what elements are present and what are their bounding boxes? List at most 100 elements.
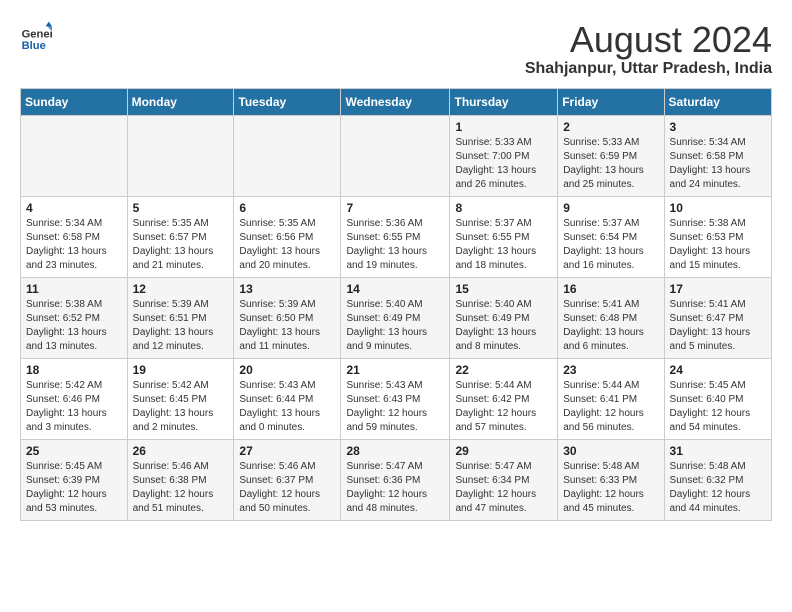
day-number: 11	[26, 282, 122, 296]
calendar-cell: 17 Sunrise: 5:41 AM Sunset: 6:47 PM Dayli…	[664, 277, 771, 358]
main-title: August 2024	[525, 20, 772, 60]
calendar-cell: 18Sunrise: 5:42 AM Sunset: 6:46 PM Dayli…	[21, 358, 128, 439]
day-info: Sunrise: 5:44 AM Sunset: 6:41 PM Dayligh…	[563, 379, 658, 435]
header-row: SundayMondayTuesdayWednesdayThursdayFrid…	[21, 88, 772, 115]
day-number: 3	[670, 120, 766, 134]
subtitle: Shahjanpur, Uttar Pradesh, India	[525, 60, 772, 78]
day-info: Sunrise: 5:37 AM Sunset: 6:55 PM Dayligh…	[455, 217, 552, 273]
day-info: Sunrise: 5:39 AM Sunset: 6:51 PM Dayligh…	[133, 298, 229, 354]
day-info: Sunrise: 5:47 AM Sunset: 6:34 PM Dayligh…	[455, 460, 552, 516]
calendar-cell: 23 Sunrise: 5:44 AM Sunset: 6:41 PM Dayli…	[558, 358, 664, 439]
week-row-2: 4 Sunrise: 5:34 AM Sunset: 6:58 PM Daylig…	[21, 196, 772, 277]
day-info: Sunrise: 5:47 AM Sunset: 6:36 PM Dayligh…	[346, 460, 444, 516]
logo: General Blue	[20, 20, 52, 52]
calendar-cell	[127, 115, 234, 196]
calendar-cell: 9 Sunrise: 5:37 AM Sunset: 6:54 PM Daylig…	[558, 196, 664, 277]
header-cell-tuesday: Tuesday	[234, 88, 341, 115]
day-info: Sunrise: 5:38 AM Sunset: 6:52 PM Dayligh…	[26, 298, 122, 354]
logo-icon: General Blue	[20, 20, 52, 52]
calendar-cell: 14 Sunrise: 5:40 AM Sunset: 6:49 PM Dayli…	[341, 277, 450, 358]
calendar-cell: 27 Sunrise: 5:46 AM Sunset: 6:37 PM Dayli…	[234, 439, 341, 520]
calendar-cell: 29Sunrise: 5:47 AM Sunset: 6:34 PM Dayli…	[450, 439, 558, 520]
day-number: 22	[455, 363, 552, 377]
calendar-cell: 10 Sunrise: 5:38 AM Sunset: 6:53 PM Dayli…	[664, 196, 771, 277]
calendar-table: SundayMondayTuesdayWednesdayThursdayFrid…	[20, 88, 772, 521]
calendar-cell	[341, 115, 450, 196]
calendar-cell: 8 Sunrise: 5:37 AM Sunset: 6:55 PM Daylig…	[450, 196, 558, 277]
day-info: Sunrise: 5:35 AM Sunset: 6:57 PM Dayligh…	[133, 217, 229, 273]
day-number: 17	[670, 282, 766, 296]
calendar-cell: 4 Sunrise: 5:34 AM Sunset: 6:58 PM Daylig…	[21, 196, 128, 277]
day-info: Sunrise: 5:46 AM Sunset: 6:38 PM Dayligh…	[133, 460, 229, 516]
day-number: 14	[346, 282, 444, 296]
day-info: Sunrise: 5:41 AM Sunset: 6:48 PM Dayligh…	[563, 298, 658, 354]
calendar-cell: 22 Sunrise: 5:44 AM Sunset: 6:42 PM Dayli…	[450, 358, 558, 439]
calendar-cell: 28 Sunrise: 5:47 AM Sunset: 6:36 PM Dayli…	[341, 439, 450, 520]
calendar-cell: 2 Sunrise: 5:33 AM Sunset: 6:59 PM Daylig…	[558, 115, 664, 196]
day-number: 20	[239, 363, 335, 377]
calendar-cell: 19Sunrise: 5:42 AM Sunset: 6:45 PM Dayli…	[127, 358, 234, 439]
header-cell-friday: Friday	[558, 88, 664, 115]
week-row-3: 11 Sunrise: 5:38 AM Sunset: 6:52 PM Dayli…	[21, 277, 772, 358]
calendar-cell: 31Sunrise: 5:48 AM Sunset: 6:32 PM Dayli…	[664, 439, 771, 520]
day-number: 1	[455, 120, 552, 134]
day-info: Sunrise: 5:34 AM Sunset: 6:58 PM Dayligh…	[670, 136, 766, 192]
calendar-cell: 21Sunrise: 5:43 AM Sunset: 6:43 PM Dayli…	[341, 358, 450, 439]
calendar-cell: 5 Sunrise: 5:35 AM Sunset: 6:57 PM Daylig…	[127, 196, 234, 277]
day-number: 2	[563, 120, 658, 134]
header-cell-saturday: Saturday	[664, 88, 771, 115]
calendar-cell: 13Sunrise: 5:39 AM Sunset: 6:50 PM Dayli…	[234, 277, 341, 358]
calendar-cell: 6 Sunrise: 5:35 AM Sunset: 6:56 PM Daylig…	[234, 196, 341, 277]
calendar-cell: 7Sunrise: 5:36 AM Sunset: 6:55 PM Daylig…	[341, 196, 450, 277]
svg-text:Blue: Blue	[22, 40, 46, 52]
calendar-cell: 15 Sunrise: 5:40 AM Sunset: 6:49 PM Dayli…	[450, 277, 558, 358]
day-number: 21	[346, 363, 444, 377]
day-number: 19	[133, 363, 229, 377]
day-info: Sunrise: 5:34 AM Sunset: 6:58 PM Dayligh…	[26, 217, 122, 273]
calendar-cell: 24Sunrise: 5:45 AM Sunset: 6:40 PM Dayli…	[664, 358, 771, 439]
calendar-cell: 30 Sunrise: 5:48 AM Sunset: 6:33 PM Dayli…	[558, 439, 664, 520]
day-number: 9	[563, 201, 658, 215]
day-info: Sunrise: 5:36 AM Sunset: 6:55 PM Dayligh…	[346, 217, 444, 273]
day-number: 28	[346, 444, 444, 458]
day-number: 23	[563, 363, 658, 377]
day-info: Sunrise: 5:33 AM Sunset: 7:00 PM Dayligh…	[455, 136, 552, 192]
day-info: Sunrise: 5:48 AM Sunset: 6:33 PM Dayligh…	[563, 460, 658, 516]
day-info: Sunrise: 5:33 AM Sunset: 6:59 PM Dayligh…	[563, 136, 658, 192]
day-info: Sunrise: 5:35 AM Sunset: 6:56 PM Dayligh…	[239, 217, 335, 273]
calendar-header: SundayMondayTuesdayWednesdayThursdayFrid…	[21, 88, 772, 115]
day-number: 6	[239, 201, 335, 215]
calendar-cell: 26Sunrise: 5:46 AM Sunset: 6:38 PM Dayli…	[127, 439, 234, 520]
day-info: Sunrise: 5:44 AM Sunset: 6:42 PM Dayligh…	[455, 379, 552, 435]
header-cell-monday: Monday	[127, 88, 234, 115]
day-number: 4	[26, 201, 122, 215]
page-header: General Blue August 2024 Shahjanpur, Utt…	[20, 20, 772, 78]
calendar-cell: 3 Sunrise: 5:34 AM Sunset: 6:58 PM Daylig…	[664, 115, 771, 196]
day-info: Sunrise: 5:40 AM Sunset: 6:49 PM Dayligh…	[346, 298, 444, 354]
day-info: Sunrise: 5:39 AM Sunset: 6:50 PM Dayligh…	[239, 298, 335, 354]
day-info: Sunrise: 5:40 AM Sunset: 6:49 PM Dayligh…	[455, 298, 552, 354]
calendar-cell: 16 Sunrise: 5:41 AM Sunset: 6:48 PM Dayli…	[558, 277, 664, 358]
calendar-cell: 25Sunrise: 5:45 AM Sunset: 6:39 PM Dayli…	[21, 439, 128, 520]
calendar-cell: 12 Sunrise: 5:39 AM Sunset: 6:51 PM Dayli…	[127, 277, 234, 358]
calendar-cell: 1 Sunrise: 5:33 AM Sunset: 7:00 PM Daylig…	[450, 115, 558, 196]
header-cell-wednesday: Wednesday	[341, 88, 450, 115]
day-info: Sunrise: 5:37 AM Sunset: 6:54 PM Dayligh…	[563, 217, 658, 273]
day-number: 30	[563, 444, 658, 458]
header-cell-thursday: Thursday	[450, 88, 558, 115]
week-row-5: 25Sunrise: 5:45 AM Sunset: 6:39 PM Dayli…	[21, 439, 772, 520]
day-info: Sunrise: 5:41 AM Sunset: 6:47 PM Dayligh…	[670, 298, 766, 354]
day-number: 10	[670, 201, 766, 215]
day-number: 27	[239, 444, 335, 458]
day-info: Sunrise: 5:46 AM Sunset: 6:37 PM Dayligh…	[239, 460, 335, 516]
day-info: Sunrise: 5:42 AM Sunset: 6:46 PM Dayligh…	[26, 379, 122, 435]
day-info: Sunrise: 5:45 AM Sunset: 6:39 PM Dayligh…	[26, 460, 122, 516]
day-number: 24	[670, 363, 766, 377]
day-info: Sunrise: 5:38 AM Sunset: 6:53 PM Dayligh…	[670, 217, 766, 273]
day-number: 12	[133, 282, 229, 296]
day-number: 15	[455, 282, 552, 296]
week-row-4: 18Sunrise: 5:42 AM Sunset: 6:46 PM Dayli…	[21, 358, 772, 439]
day-number: 5	[133, 201, 229, 215]
day-number: 8	[455, 201, 552, 215]
day-number: 16	[563, 282, 658, 296]
